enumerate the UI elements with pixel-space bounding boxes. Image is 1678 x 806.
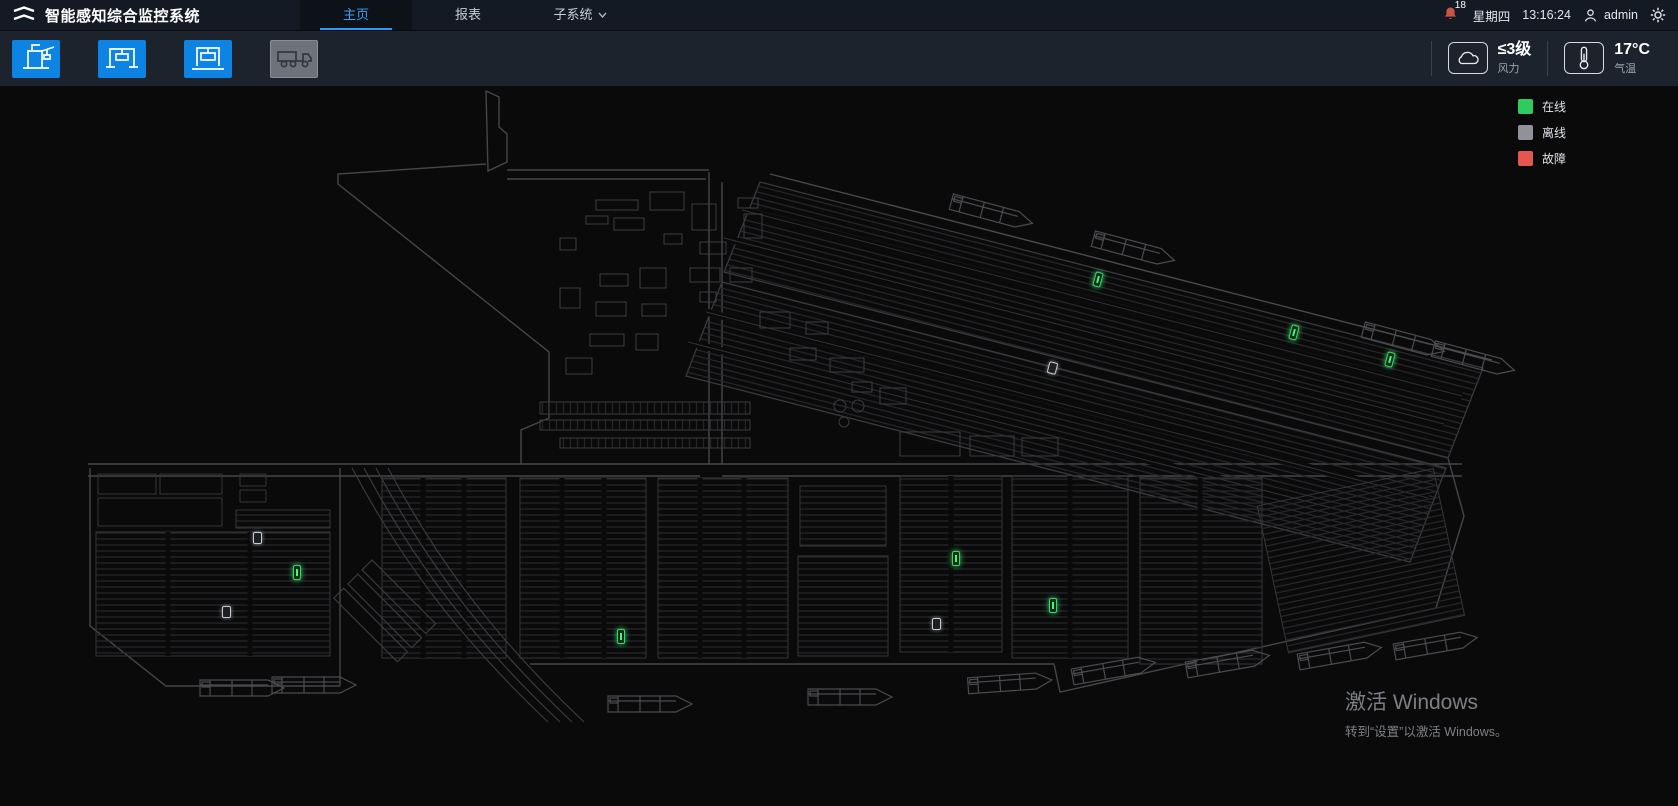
status-legend: 在线 离线 故障 (1518, 98, 1566, 167)
settings-button[interactable] (1650, 7, 1666, 23)
equipment-button-truck[interactable] (270, 40, 318, 78)
tab-reports-label: 报表 (455, 0, 481, 30)
legend-item-offline: 离线 (1518, 124, 1566, 141)
tab-reports[interactable]: 报表 (412, 0, 524, 30)
truck-icon (274, 42, 314, 75)
cloud-icon (1448, 42, 1488, 74)
legend-swatch (1518, 125, 1533, 140)
device-marker-offline[interactable] (253, 532, 262, 544)
username: admin (1604, 8, 1638, 22)
topbar-right: 18 星期四 13:16:24 admin (1443, 0, 1678, 30)
rail-crane-icon (188, 42, 228, 75)
quay-crane-icon (16, 42, 56, 75)
gantry-crane-icon (102, 42, 142, 75)
weather-widget: ≤3级 风力 17°C 气温 (1431, 41, 1666, 75)
notification-count-badge: 18 (1455, 0, 1466, 11)
wind-widget: ≤3级 风力 (1431, 41, 1548, 75)
wind-label: 风力 (1498, 60, 1532, 76)
legend-item-online: 在线 (1518, 98, 1566, 115)
legend-label-offline: 离线 (1542, 124, 1566, 141)
device-marker-offline[interactable] (222, 606, 231, 618)
app-title: 智能感知综合监控系统 (45, 5, 200, 26)
thermometer-icon (1564, 42, 1604, 74)
device-marker-online[interactable] (293, 565, 301, 580)
chevron-down-icon (598, 12, 607, 18)
tab-home[interactable]: 主页 (300, 0, 412, 30)
main-nav: 主页 报表 子系统 (300, 0, 636, 30)
app-logo-icon (12, 5, 36, 25)
equipment-button-quay-crane[interactable] (12, 40, 60, 78)
tab-subsystems-label: 子系统 (554, 0, 593, 30)
watermark-line2: 转到“设置”以激活 Windows。 (1345, 721, 1508, 740)
equipment-filter-group (12, 40, 318, 78)
equipment-toolbar: ≤3级 风力 17°C 气温 (0, 30, 1678, 86)
legend-item-fault: 故障 (1518, 150, 1566, 167)
temperature-label: 气温 (1614, 60, 1650, 76)
notifications-button[interactable]: 18 (1443, 6, 1461, 24)
equipment-button-gantry-crane[interactable] (98, 40, 146, 78)
device-marker-online[interactable] (1049, 598, 1057, 613)
legend-label-fault: 故障 (1542, 150, 1566, 167)
device-marker-online[interactable] (617, 629, 625, 644)
windows-activation-watermark: 激活 Windows 转到“设置”以激活 Windows。 (1345, 686, 1508, 740)
device-marker-offline[interactable] (932, 618, 941, 630)
user-menu[interactable]: admin (1583, 8, 1638, 23)
weekday-label: 星期四 (1473, 6, 1511, 25)
device-marker-online[interactable] (952, 551, 960, 566)
legend-swatch (1518, 151, 1533, 166)
tab-home-label: 主页 (343, 0, 369, 30)
equipment-button-rail-crane[interactable] (184, 40, 232, 78)
gear-icon (1650, 7, 1666, 23)
brand: 智能感知综合监控系统 (0, 0, 212, 30)
top-navbar: 智能感知综合监控系统 主页 报表 子系统 18 星期四 13:16:24 adm… (0, 0, 1678, 30)
tab-subsystems[interactable]: 子系统 (524, 0, 636, 30)
legend-swatch (1518, 99, 1533, 114)
watermark-line1: 激活 Windows (1345, 686, 1508, 716)
user-icon (1583, 8, 1598, 23)
map-canvas[interactable]: 在线 离线 故障 激活 Windows 转到“设置”以激活 Windows。 (0, 86, 1678, 806)
clock: 13:16:24 (1522, 8, 1571, 22)
legend-label-online: 在线 (1542, 98, 1566, 115)
temperature-value: 17°C (1614, 41, 1650, 59)
wind-value: ≤3级 (1498, 41, 1532, 59)
temperature-widget: 17°C 气温 (1547, 41, 1666, 75)
